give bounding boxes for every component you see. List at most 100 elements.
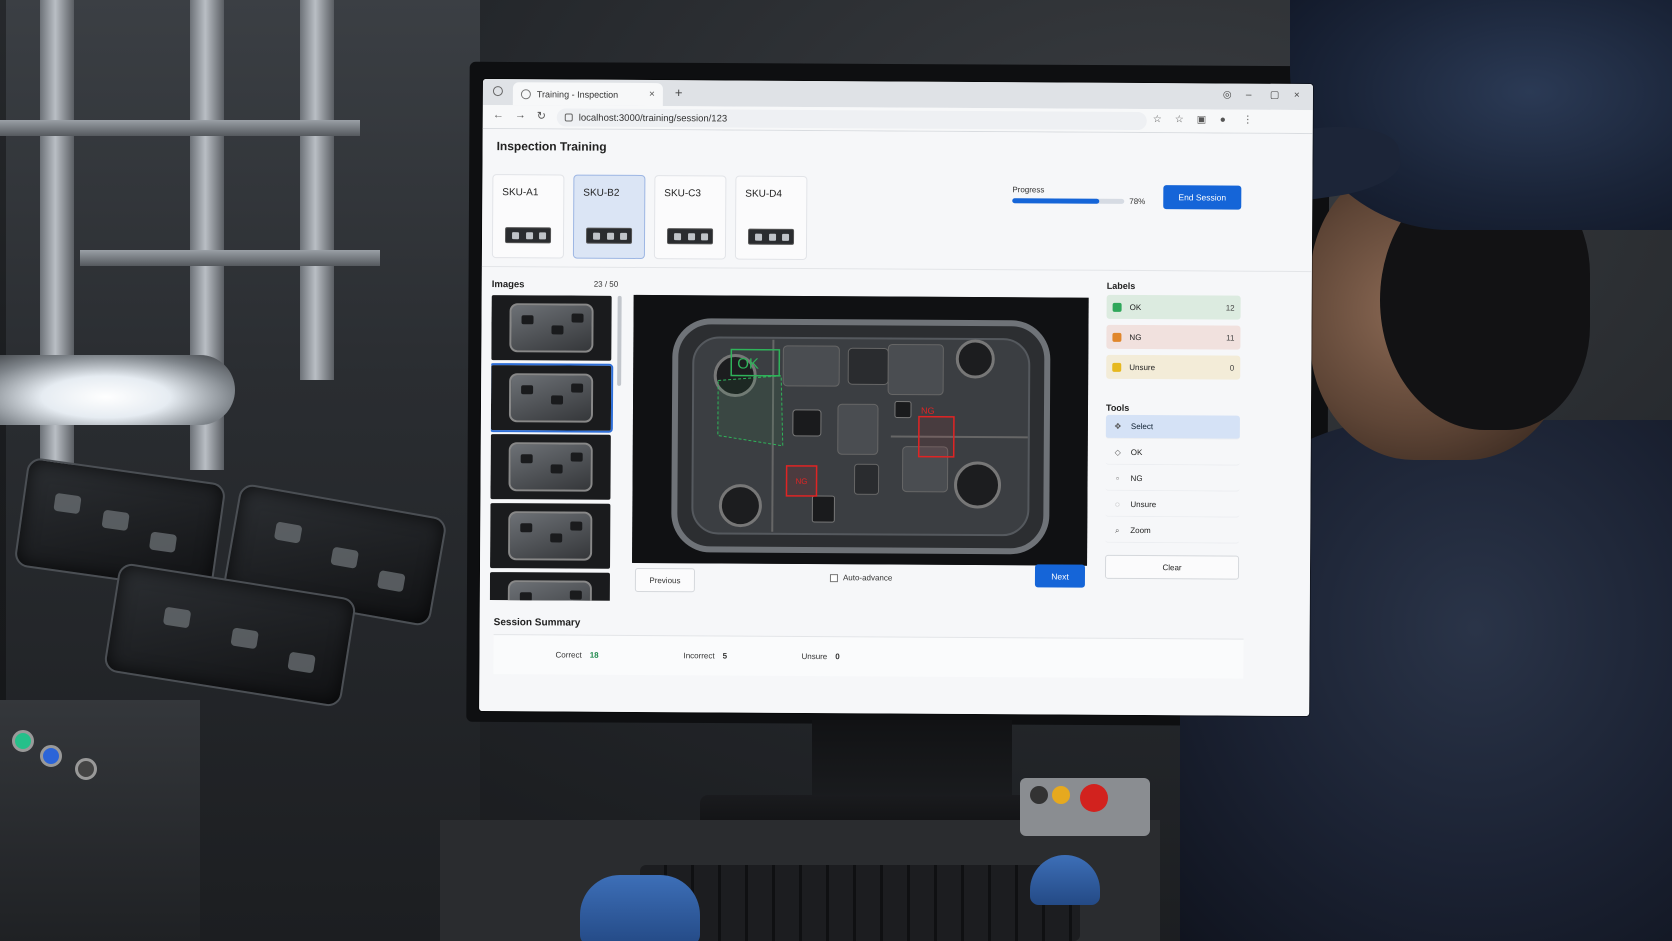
sku-part-thumbnail xyxy=(504,227,552,244)
image-viewer-canvas[interactable]: OK NG NG xyxy=(632,294,1089,566)
tool-ok[interactable]: ◇ OK xyxy=(1105,440,1240,466)
tab-close-icon[interactable]: × xyxy=(649,89,655,100)
images-count: 23 / 50 xyxy=(593,279,619,289)
tool-unsure[interactable]: ◌ Unsure xyxy=(1105,492,1240,518)
progress-label: Progress xyxy=(1012,185,1045,195)
ok-color-icon xyxy=(1112,302,1122,312)
ng-color-icon xyxy=(1112,332,1122,342)
stat-label: Unsure xyxy=(801,651,828,662)
favorites-icon[interactable]: ☆ xyxy=(1175,114,1184,125)
svg-text:OK: OK xyxy=(737,356,759,373)
black-button xyxy=(75,758,97,780)
profile-icon[interactable]: ● xyxy=(1220,115,1226,126)
image-thumbnail-selected[interactable] xyxy=(489,363,614,433)
svg-text:NG: NG xyxy=(796,477,808,486)
url-text: localhost:3000/training/session/123 xyxy=(578,112,728,124)
sku-card-c3[interactable]: SKU-C3 xyxy=(653,175,727,260)
new-tab-button[interactable]: + xyxy=(675,85,683,100)
sku-part-thumbnail xyxy=(666,228,714,245)
sku-part-thumbnail xyxy=(747,228,795,245)
flag-icon: ▫ xyxy=(1116,473,1120,483)
forward-button[interactable]: → xyxy=(515,109,526,121)
tab-title: Training - Inspection xyxy=(536,88,619,100)
auto-advance-checkbox[interactable] xyxy=(829,573,838,582)
favicon-icon xyxy=(520,88,531,99)
label-row-ng[interactable]: NG 11 xyxy=(1106,324,1241,350)
sku-card-a1[interactable]: SKU-A1 xyxy=(491,174,565,259)
image-thumbnail[interactable] xyxy=(491,295,612,361)
progress-fill xyxy=(1012,198,1100,204)
progress-percent: 78% xyxy=(1129,196,1146,207)
label-count: 12 xyxy=(1225,303,1235,313)
tool-label: Select xyxy=(1130,421,1154,432)
page-title: Inspection Training xyxy=(496,139,607,154)
address-bar[interactable]: localhost:3000/training/session/123 xyxy=(556,108,1147,131)
back-button[interactable]: ← xyxy=(493,109,504,121)
stat-value: 5 xyxy=(722,651,728,661)
next-button[interactable]: Next xyxy=(1034,564,1086,588)
sku-label: SKU-C3 xyxy=(664,188,702,200)
auto-advance-toggle[interactable]: Auto-advance xyxy=(829,573,893,583)
previous-button[interactable]: Previous xyxy=(634,567,696,593)
machine-rail xyxy=(80,250,380,266)
reload-button[interactable]: ↻ xyxy=(537,109,546,122)
estop-panel xyxy=(1020,778,1150,836)
image-thumbnail[interactable] xyxy=(490,503,611,569)
extension-puzzle-icon[interactable]: ▣ xyxy=(1197,114,1207,125)
stat-value: 0 xyxy=(835,652,840,662)
sku-label: SKU-B2 xyxy=(583,187,620,199)
magnifier-icon: ⌕ xyxy=(1114,525,1120,535)
machine-rail xyxy=(0,120,360,136)
session-summary-title: Session Summary xyxy=(493,617,581,629)
tool-label: Unsure xyxy=(1130,499,1157,510)
stat-unsure: Unsure 0 xyxy=(801,652,839,661)
bookmark-star-icon[interactable]: ☆ xyxy=(1153,114,1162,125)
menu-kebab-icon[interactable]: ⋮ xyxy=(1243,115,1253,126)
extensions-icon[interactable]: ◎ xyxy=(1223,90,1232,101)
svg-text:NG: NG xyxy=(921,406,935,416)
images-title: Images xyxy=(491,279,525,291)
stat-value: 18 xyxy=(589,650,599,660)
section-divider xyxy=(481,265,1312,273)
stat-incorrect: Incorrect 5 xyxy=(683,651,727,660)
label-count: 11 xyxy=(1226,333,1235,343)
end-session-button[interactable]: End Session xyxy=(1163,185,1242,210)
tool-label: OK xyxy=(1130,447,1143,458)
tab-search-icon[interactable] xyxy=(492,86,503,97)
ng-annotation[interactable]: NG xyxy=(785,465,818,497)
auto-advance-label: Auto-advance xyxy=(842,573,893,583)
tool-select[interactable]: ✥ Select xyxy=(1105,414,1240,440)
site-info-icon[interactable] xyxy=(564,113,573,122)
image-thumbnail-list[interactable] xyxy=(489,295,615,601)
ring-light xyxy=(0,355,235,425)
sku-card-b2[interactable]: SKU-B2 xyxy=(572,174,646,259)
restore-button[interactable]: ▢ xyxy=(1270,90,1280,101)
stat-label: Correct xyxy=(555,650,582,660)
sku-label: SKU-A1 xyxy=(502,187,539,199)
browser-window: Training - Inspection × + ◎ – ▢ × ← → ↻ … xyxy=(479,79,1313,717)
thumbnail-scrollbar[interactable] xyxy=(617,295,622,386)
browser-tab[interactable]: Training - Inspection × xyxy=(512,82,663,107)
label-count: 0 xyxy=(1229,363,1235,373)
tool-ng[interactable]: ▫ NG xyxy=(1105,466,1240,492)
close-window-button[interactable]: × xyxy=(1294,90,1300,101)
unsure-color-icon xyxy=(1112,362,1122,372)
tool-label: Zoom xyxy=(1130,525,1151,536)
tool-zoom[interactable]: ⌕ Zoom xyxy=(1105,518,1240,544)
label-row-ok[interactable]: OK 12 xyxy=(1106,294,1241,320)
question-icon: ◌ xyxy=(1114,499,1120,509)
image-thumbnail[interactable] xyxy=(489,572,610,601)
cursor-icon: ✥ xyxy=(1114,421,1122,431)
operator-glove xyxy=(580,875,700,941)
label-name: OK xyxy=(1129,302,1142,312)
label-name: Unsure xyxy=(1129,362,1156,372)
machine-column xyxy=(300,0,334,380)
image-thumbnail[interactable] xyxy=(490,434,611,500)
clear-button[interactable]: Clear xyxy=(1104,554,1240,580)
session-summary: Correct 18 Incorrect 5 Unsure 0 xyxy=(493,634,1244,679)
inspection-app: Inspection Training SKU-A1 SKU-B2 SKU-C3… xyxy=(479,128,1313,717)
stat-label: Incorrect xyxy=(683,651,715,661)
minimize-button[interactable]: – xyxy=(1246,90,1252,101)
sku-card-d4[interactable]: SKU-D4 xyxy=(734,175,808,260)
label-row-unsure[interactable]: Unsure 0 xyxy=(1106,354,1241,380)
